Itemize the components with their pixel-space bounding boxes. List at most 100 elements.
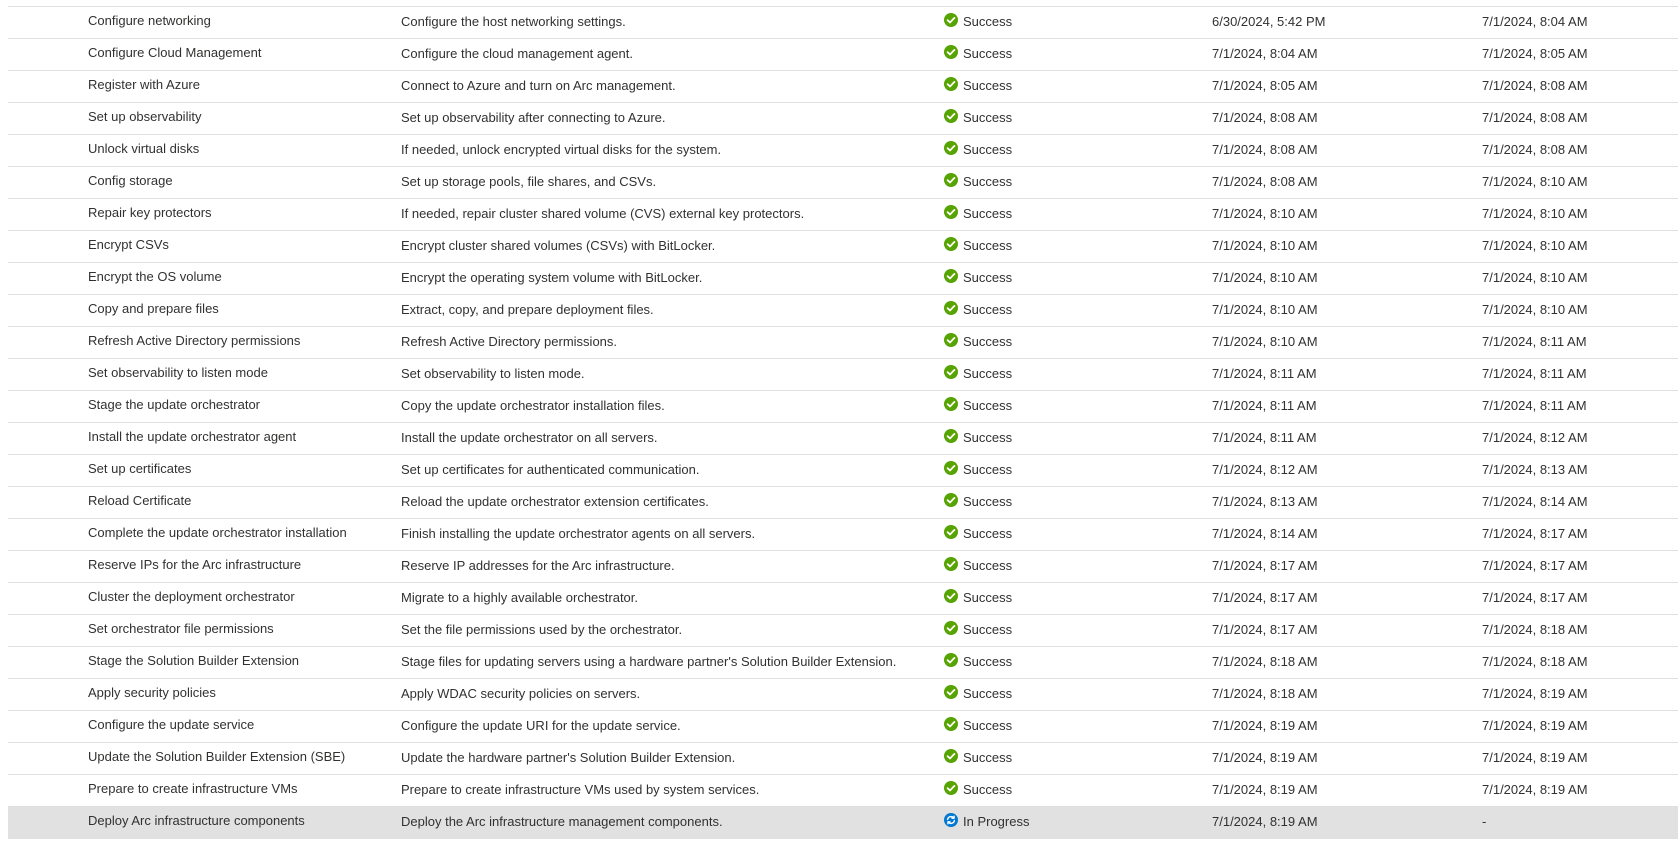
step-status: Success: [944, 455, 1214, 484]
table-row[interactable]: Encrypt CSVs Encrypt cluster shared volu…: [8, 231, 1678, 263]
table-row[interactable]: Deploy Arc infrastructure components Dep…: [8, 807, 1678, 839]
table-row[interactable]: Reload Certificate Reload the update orc…: [8, 487, 1678, 519]
table-row[interactable]: Set up observability Set up observabilit…: [8, 103, 1678, 135]
table-row[interactable]: Cluster the deployment orchestrator Migr…: [8, 583, 1678, 615]
step-start-time: 6/30/2024, 5:42 PM: [1212, 14, 1326, 29]
step-name: Configure the update service: [88, 717, 255, 732]
step-end-time: 7/1/2024, 8:04 AM: [1482, 14, 1588, 29]
status-text: Success: [963, 206, 1013, 221]
success-check-icon: [944, 492, 958, 507]
status-text: Success: [963, 78, 1013, 93]
step-status: Success: [944, 71, 1214, 100]
step-name: Stage the Solution Builder Extension: [88, 653, 300, 668]
status-text: Success: [963, 110, 1013, 125]
status-text: Success: [963, 334, 1013, 349]
step-end-time: 7/1/2024, 8:08 AM: [1482, 110, 1588, 125]
step-status: In Progress: [944, 807, 1214, 836]
step-status: Success: [944, 103, 1214, 132]
step-name: Deploy Arc infrastructure components: [88, 813, 305, 828]
table-row[interactable]: Config storage Set up storage pools, fil…: [8, 167, 1678, 199]
step-status: Success: [944, 199, 1214, 228]
step-start-time: 7/1/2024, 8:19 AM: [1212, 750, 1318, 765]
step-end-time: 7/1/2024, 8:05 AM: [1482, 46, 1588, 61]
step-name: Copy and prepare files: [88, 301, 219, 316]
step-description: Stage files for updating servers using a…: [401, 654, 897, 669]
step-status: Success: [944, 775, 1214, 804]
status-text: In Progress: [963, 814, 1030, 829]
step-status: Success: [944, 423, 1214, 452]
table-row[interactable]: Set up certificates Set up certificates …: [8, 455, 1678, 487]
step-description: Encrypt the operating system volume with…: [401, 270, 703, 285]
step-status: Success: [944, 679, 1214, 708]
table-row[interactable]: Repair key protectors If needed, repair …: [8, 199, 1678, 231]
step-start-time: 7/1/2024, 8:08 AM: [1212, 174, 1318, 189]
status-text: Success: [963, 622, 1013, 637]
step-end-time: 7/1/2024, 8:18 AM: [1482, 622, 1588, 637]
table-row[interactable]: Unlock virtual disks If needed, unlock e…: [8, 135, 1678, 167]
table-row[interactable]: Refresh Active Directory permissions Ref…: [8, 327, 1678, 359]
table-row[interactable]: Install the update orchestrator agent In…: [8, 423, 1678, 455]
step-description: Connect to Azure and turn on Arc managem…: [401, 78, 676, 93]
table-row[interactable]: Apply security policies Apply WDAC secur…: [8, 679, 1678, 711]
table-row[interactable]: Encrypt the OS volume Encrypt the operat…: [8, 263, 1678, 295]
status-text: Success: [963, 46, 1013, 61]
step-start-time: 7/1/2024, 8:17 AM: [1212, 622, 1318, 637]
step-status: Success: [944, 711, 1214, 740]
step-name: Apply security policies: [88, 685, 216, 700]
success-check-icon: [944, 108, 958, 123]
step-description: Refresh Active Directory permissions.: [401, 334, 618, 349]
step-description: Install the update orchestrator on all s…: [401, 430, 658, 445]
success-check-icon: [944, 556, 958, 571]
step-end-time: 7/1/2024, 8:17 AM: [1482, 558, 1588, 573]
step-description: Finish installing the update orchestrato…: [401, 526, 756, 541]
table-row[interactable]: Configure the update service Configure t…: [8, 711, 1678, 743]
step-status: Success: [944, 295, 1214, 324]
status-text: Success: [963, 14, 1013, 29]
status-text: Success: [963, 238, 1013, 253]
status-text: Success: [963, 750, 1013, 765]
step-end-time: 7/1/2024, 8:10 AM: [1482, 238, 1588, 253]
table-row[interactable]: Configure Cloud Management Configure the…: [8, 39, 1678, 71]
step-description: Configure the cloud management agent.: [401, 46, 633, 61]
table-row[interactable]: Set observability to listen mode Set obs…: [8, 359, 1678, 391]
status-text: Success: [963, 494, 1013, 509]
step-end-time: 7/1/2024, 8:11 AM: [1482, 366, 1587, 381]
status-text: Success: [963, 398, 1013, 413]
success-check-icon: [944, 620, 958, 635]
status-text: Success: [963, 270, 1013, 285]
step-status: Success: [944, 551, 1214, 580]
step-start-time: 7/1/2024, 8:08 AM: [1212, 110, 1318, 125]
step-name: Install the update orchestrator agent: [88, 429, 297, 444]
status-text: Success: [963, 366, 1013, 381]
table-row[interactable]: Register with Azure Connect to Azure and…: [8, 71, 1678, 103]
table-top-divider: [8, 0, 1678, 7]
status-text: Success: [963, 526, 1013, 541]
step-start-time: 7/1/2024, 8:10 AM: [1212, 334, 1318, 349]
table-row[interactable]: Stage the update orchestrator Copy the u…: [8, 391, 1678, 423]
step-start-time: 7/1/2024, 8:10 AM: [1212, 302, 1318, 317]
step-description: Configure the host networking settings.: [401, 14, 626, 29]
status-text: Success: [963, 430, 1013, 445]
step-description: Encrypt cluster shared volumes (CSVs) wi…: [401, 238, 716, 253]
step-end-time: 7/1/2024, 8:08 AM: [1482, 78, 1588, 93]
success-check-icon: [944, 396, 958, 411]
step-name: Register with Azure: [88, 77, 200, 92]
table-row[interactable]: Configure networking Configure the host …: [8, 7, 1678, 39]
table-row[interactable]: Reserve IPs for the Arc infrastructure R…: [8, 551, 1678, 583]
step-name: Configure Cloud Management: [88, 45, 262, 60]
table-row[interactable]: Stage the Solution Builder Extension Sta…: [8, 647, 1678, 679]
step-name: Complete the update orchestrator install…: [88, 525, 347, 540]
step-start-time: 7/1/2024, 8:19 AM: [1212, 782, 1318, 797]
step-status: Success: [944, 583, 1214, 612]
step-description: Extract, copy, and prepare deployment fi…: [401, 302, 654, 317]
step-status: Success: [944, 743, 1214, 772]
step-name: Prepare to create infrastructure VMs: [88, 781, 298, 796]
step-description: Update the hardware partner's Solution B…: [401, 750, 736, 765]
table-row[interactable]: Prepare to create infrastructure VMs Pre…: [8, 775, 1678, 807]
table-row[interactable]: Complete the update orchestrator install…: [8, 519, 1678, 551]
table-row[interactable]: Copy and prepare files Extract, copy, an…: [8, 295, 1678, 327]
step-status: Success: [944, 7, 1214, 36]
table-row[interactable]: Update the Solution Builder Extension (S…: [8, 743, 1678, 775]
table-row[interactable]: Set orchestrator file permissions Set th…: [8, 615, 1678, 647]
step-start-time: 7/1/2024, 8:14 AM: [1212, 526, 1318, 541]
